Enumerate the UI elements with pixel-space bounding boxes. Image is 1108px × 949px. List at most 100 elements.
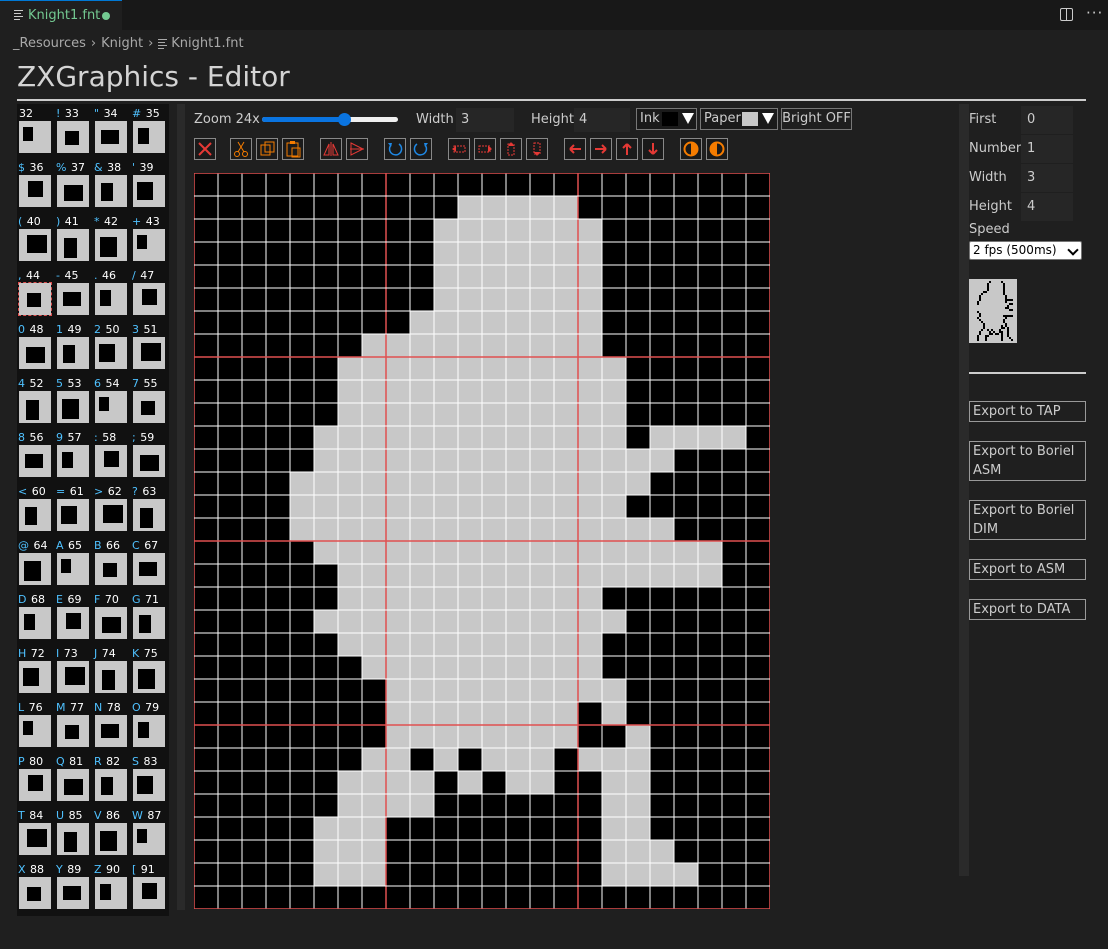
char-cell[interactable]: N 78 [94,700,130,752]
paper-pixel[interactable] [290,518,314,541]
char-cell[interactable]: M 77 [56,700,92,752]
paper-pixel[interactable] [314,518,338,541]
char-cell[interactable]: O 79 [132,700,168,752]
paper-pixel[interactable] [554,587,578,610]
paper-pixel[interactable] [554,518,578,541]
char-cell[interactable]: 0 48 [18,322,54,374]
paper-pixel[interactable] [482,426,506,449]
paper-pixel[interactable] [578,633,602,656]
cut-button[interactable] [230,138,252,160]
paper-pixel[interactable] [362,518,386,541]
paper-pixel[interactable] [362,633,386,656]
char-cell[interactable]: 8 56 [18,430,54,482]
paper-pixel[interactable] [530,288,554,311]
char-cell[interactable]: G 71 [132,592,168,644]
paper-pixel[interactable] [362,426,386,449]
paper-pixel[interactable] [530,564,554,587]
char-cell[interactable]: ; 59 [132,430,168,482]
paper-pixel[interactable] [338,449,362,472]
paper-pixel[interactable] [434,380,458,403]
paper-pixel[interactable] [362,403,386,426]
paper-pixel[interactable] [602,541,626,564]
paper-pixel[interactable] [362,357,386,380]
paper-pixel[interactable] [578,449,602,472]
char-cell[interactable]: 1 49 [56,322,92,374]
paper-pixel[interactable] [386,564,410,587]
paper-pixel[interactable] [434,334,458,357]
char-cell[interactable]: # 35 [132,106,168,158]
paper-pixel[interactable] [530,518,554,541]
paper-pixel[interactable] [506,196,530,219]
tab-knight1[interactable]: Knight1.fnt [0,0,122,30]
paper-pixel[interactable] [506,679,530,702]
paper-pixel[interactable] [530,196,554,219]
invert-button[interactable] [680,138,702,160]
paper-pixel[interactable] [506,771,530,794]
paper-pixel[interactable] [362,472,386,495]
paper-pixel[interactable] [506,587,530,610]
paper-pixel[interactable] [410,541,434,564]
paper-pixel[interactable] [650,518,674,541]
paper-pixel[interactable] [530,334,554,357]
paper-pixel[interactable] [530,656,554,679]
paper-pixel[interactable] [458,311,482,334]
bright-toggle-button[interactable]: Bright OFF [781,108,852,130]
paper-pixel[interactable] [338,564,362,587]
paper-pixel[interactable] [482,679,506,702]
char-cell[interactable]: : 58 [94,430,130,482]
paper-pixel[interactable] [362,587,386,610]
paper-pixel[interactable] [338,380,362,403]
paper-pixel[interactable] [386,380,410,403]
paper-pixel[interactable] [602,840,626,863]
paper-pixel[interactable] [578,587,602,610]
char-cell[interactable]: & 38 [94,160,130,212]
paper-pixel[interactable] [650,564,674,587]
rotate-left-button[interactable] [384,138,406,160]
properties-scrollbar[interactable] [959,104,969,876]
paper-pixel[interactable] [554,380,578,403]
paper-pixel[interactable] [482,541,506,564]
paper-pixel[interactable] [602,380,626,403]
height-input[interactable]: 4 [574,108,630,132]
paper-pixel[interactable] [650,426,674,449]
paper-pixel[interactable] [458,357,482,380]
paper-pixel[interactable] [386,610,410,633]
shift-left-button[interactable] [448,138,470,160]
ink-picker[interactable]: Ink [636,108,697,130]
paper-pixel[interactable] [554,426,578,449]
character-list[interactable]: 32! 33 " 34 # 35 $ 36% 37 & 38 ' 39( 40) 41 * … [17,104,169,916]
paper-pixel[interactable] [338,472,362,495]
paper-pixel[interactable] [482,311,506,334]
paper-pixel[interactable] [554,311,578,334]
paper-pixel[interactable] [434,679,458,702]
paper-pixel[interactable] [602,794,626,817]
paper-pixel[interactable] [458,219,482,242]
copy-button[interactable] [256,138,278,160]
paper-pixel[interactable] [506,265,530,288]
paper-pixel[interactable] [530,472,554,495]
paper-pixel[interactable] [506,242,530,265]
first-input[interactable]: 0 [1021,106,1073,134]
paper-pixel[interactable] [434,495,458,518]
paper-pixel[interactable] [530,242,554,265]
paper-pixel[interactable] [578,495,602,518]
paper-pixel[interactable] [362,794,386,817]
char-cell[interactable]: 2 50 [94,322,130,374]
char-cell[interactable]: F 70 [94,592,130,644]
paper-pixel[interactable] [386,334,410,357]
paper-pixel[interactable] [506,725,530,748]
paper-pixel[interactable] [578,426,602,449]
paper-pixel[interactable] [386,518,410,541]
paper-pixel[interactable] [434,587,458,610]
paper-pixel[interactable] [458,587,482,610]
paper-pixel[interactable] [626,564,650,587]
paper-pixel[interactable] [386,357,410,380]
char-cell[interactable]: I 73 [56,646,92,698]
paper-pixel[interactable] [602,472,626,495]
char-cell[interactable]: * 42 [94,214,130,266]
export-asm-button[interactable]: Export to ASM [969,559,1086,580]
paper-pixel[interactable] [506,311,530,334]
paper-pixel[interactable] [506,633,530,656]
paper-pixel[interactable] [434,472,458,495]
pixel-editor-canvas[interactable] [194,173,770,909]
